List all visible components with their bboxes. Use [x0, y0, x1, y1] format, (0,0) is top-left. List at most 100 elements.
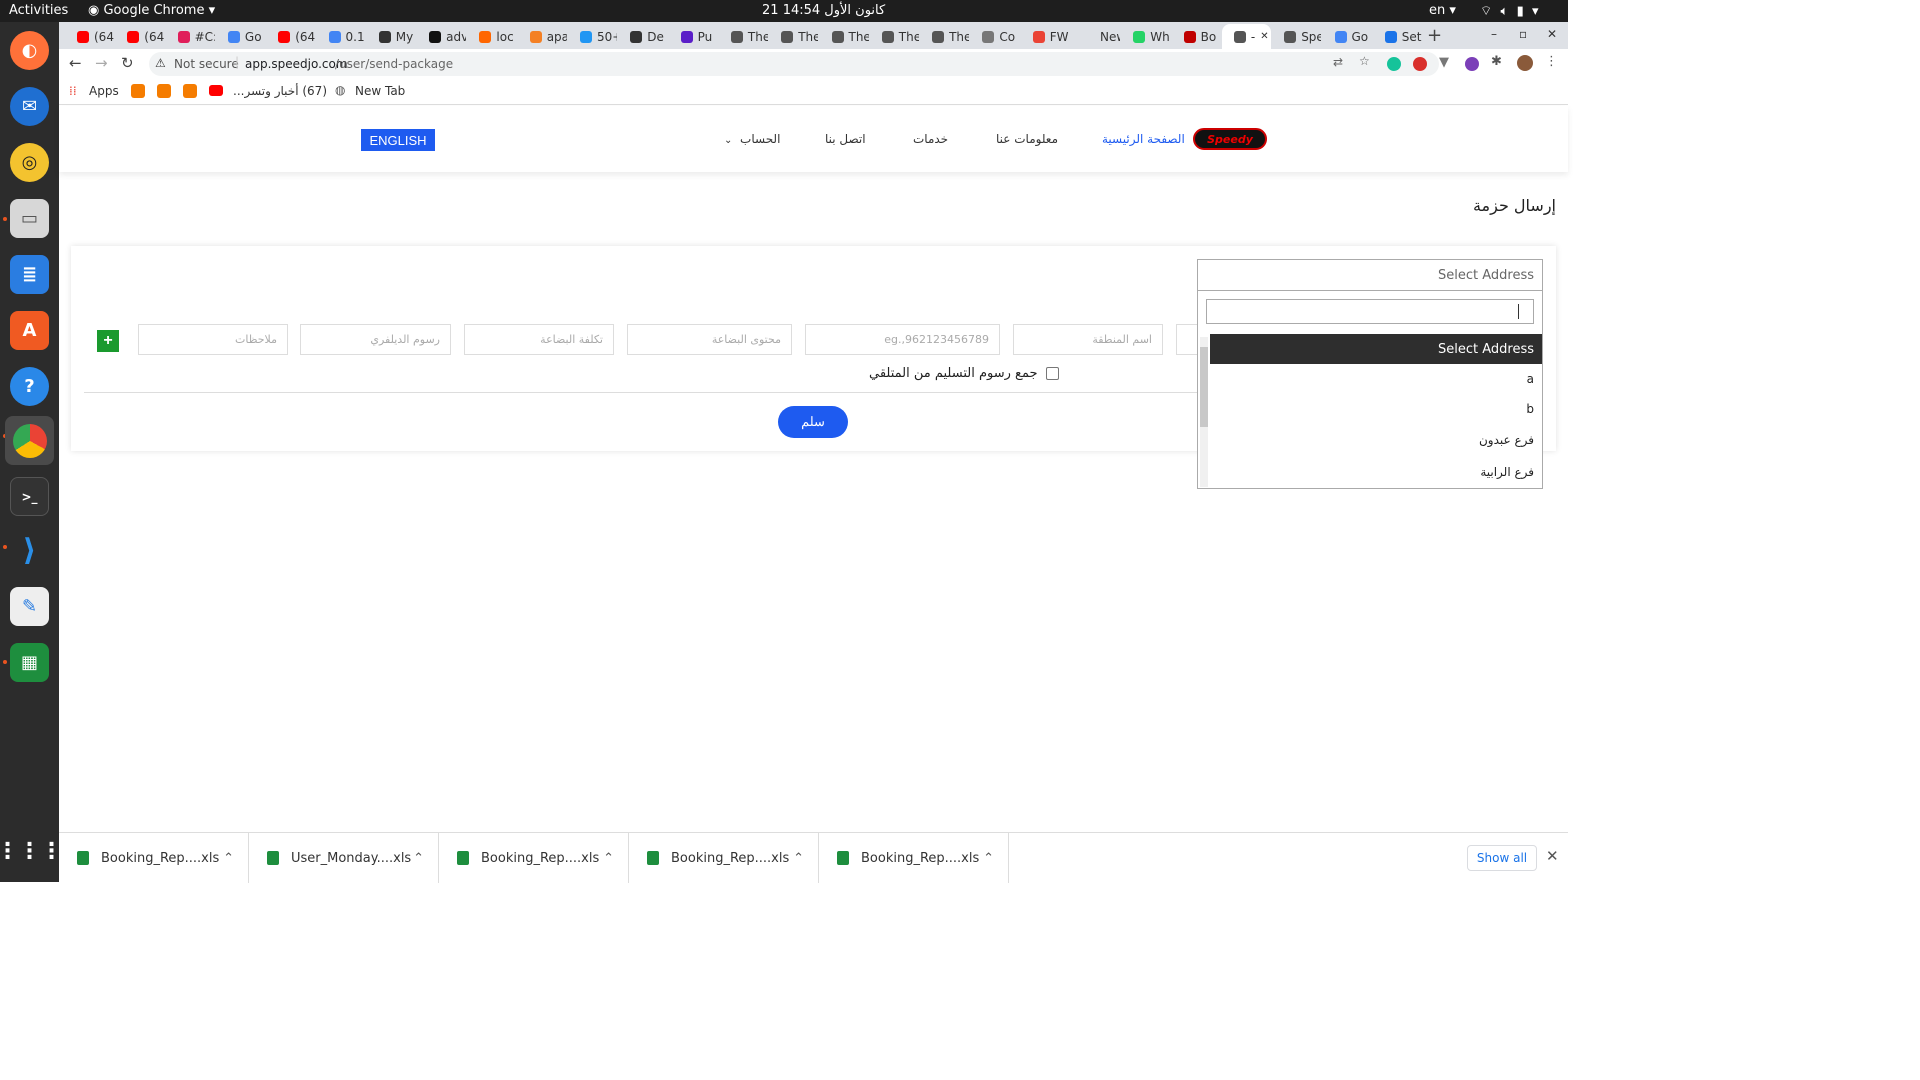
close-window-icon[interactable]: ✕ — [1547, 27, 1557, 41]
close-icon[interactable]: ✕ — [1546, 847, 1559, 865]
puzzle-icon[interactable]: ✱ — [1491, 54, 1502, 69]
tab[interactable]: Go — [216, 24, 265, 49]
goods-content-input[interactable]: محتوى البضاعة — [627, 324, 792, 355]
address-option[interactable]: Select Address — [1210, 334, 1542, 364]
tab[interactable]: Wh — [1121, 24, 1170, 49]
writer-icon[interactable]: ≣ — [10, 255, 49, 294]
tab[interactable]: (64 — [266, 24, 315, 49]
chevron-up-icon[interactable]: ⌃ — [223, 851, 234, 866]
download-item[interactable]: User_Monday....xls ⌃ — [249, 833, 439, 883]
vuejs-devtools-icon[interactable]: ▼ — [1439, 55, 1449, 70]
forward-icon[interactable]: → — [95, 54, 108, 72]
submit-button[interactable]: سلم — [778, 406, 848, 438]
collect-fee-checkbox[interactable] — [1045, 367, 1059, 380]
tab[interactable]: adv — [417, 24, 466, 49]
tab[interactable]: Co — [970, 24, 1019, 49]
show-all-button[interactable]: Show all — [1467, 845, 1537, 871]
star-icon[interactable]: ☆ — [1359, 54, 1370, 68]
tab[interactable]: apa — [518, 24, 567, 49]
notes-input[interactable]: ملاحظات — [138, 324, 288, 355]
grammarly-icon[interactable] — [1387, 57, 1401, 71]
activities-button[interactable]: Activities — [9, 3, 68, 18]
help-icon[interactable]: ? — [10, 367, 49, 406]
address-option[interactable]: b — [1210, 394, 1542, 424]
clock[interactable]: 21 كانون الأول 14:54 — [762, 3, 885, 18]
tab[interactable]: 50+ — [568, 24, 617, 49]
dropdown-scrollbar[interactable] — [1200, 337, 1208, 487]
nav-about[interactable]: معلومات عنا — [996, 132, 1058, 146]
tab[interactable]: Spe — [1272, 24, 1321, 49]
adblock-icon[interactable] — [1413, 57, 1427, 71]
maximize-icon[interactable]: ▫ — [1519, 27, 1527, 41]
show-apps-icon[interactable]: ⋮⋮⋮ — [0, 832, 63, 871]
tab[interactable]: The — [719, 24, 768, 49]
avatar[interactable] — [1517, 55, 1533, 71]
address-search-input[interactable] — [1206, 299, 1534, 324]
tab[interactable]: Set — [1373, 24, 1422, 49]
tab[interactable]: Go — [1323, 24, 1372, 49]
bookmark-icon[interactable] — [131, 84, 145, 98]
collect-fee-checkbox-row[interactable]: جمع رسوم التسليم من المتلقي — [869, 366, 1059, 381]
tab[interactable]: My — [367, 24, 416, 49]
chevron-up-icon[interactable]: ⌃ — [983, 851, 994, 866]
nav-account[interactable]: ⌄ الحساب — [724, 132, 780, 146]
chevron-up-icon[interactable]: ⌃ — [793, 851, 804, 866]
calc-icon[interactable]: ▦ — [10, 643, 49, 682]
tab[interactable]: - ✕ — [1221, 24, 1272, 49]
speedy-logo[interactable]: Speedy — [1193, 128, 1267, 150]
download-item[interactable]: Booking_Rep....xls ⌃ — [629, 833, 819, 883]
thunderbird-icon[interactable]: ✉ — [10, 87, 49, 126]
reload-icon[interactable]: ↻ — [121, 54, 134, 72]
tab[interactable]: Pu — [669, 24, 718, 49]
vscode-icon[interactable]: ⟩ — [10, 531, 49, 570]
terminal-icon[interactable]: >_ — [10, 477, 49, 516]
files-icon[interactable]: ▭ — [10, 199, 49, 238]
tab[interactable]: The — [769, 24, 818, 49]
firefox-icon[interactable]: ◐ — [10, 31, 49, 70]
status-icons[interactable]: ⌔ 🔈︎ ▮ ▾ — [1480, 3, 1539, 19]
tab[interactable]: Bo — [1172, 24, 1221, 49]
add-row-button[interactable]: + — [97, 330, 119, 352]
chevron-up-icon[interactable]: ⌃ — [603, 851, 614, 866]
tab[interactable]: loc — [467, 24, 516, 49]
omnibox[interactable]: ⚠ Not secure | app.speedjo.com /user/sen… — [149, 52, 1439, 76]
rhythmbox-icon[interactable]: ◎ — [10, 143, 49, 182]
menu-icon[interactable]: ⋮ — [1545, 54, 1558, 69]
address-option[interactable]: فرع عبدون — [1210, 425, 1542, 455]
phone-input[interactable]: eg.,962123456789 — [805, 324, 1000, 355]
close-tab-icon[interactable]: ✕ — [1260, 31, 1268, 42]
tab[interactable]: 0.1 — [317, 24, 366, 49]
bookmark-apps[interactable]: Apps — [89, 84, 119, 98]
input-language[interactable]: en ▾ — [1429, 3, 1456, 18]
bookmark-news[interactable]: (67) أخبار وتسر... — [233, 84, 327, 98]
tab[interactable]: The — [920, 24, 969, 49]
translate-icon[interactable]: ⇄ — [1333, 55, 1343, 69]
extension-icon[interactable] — [1465, 57, 1479, 71]
address-option[interactable]: فرع الرابية — [1210, 457, 1542, 487]
tab[interactable]: #C: — [166, 24, 215, 49]
bookmark-new-tab[interactable]: New Tab — [355, 84, 405, 98]
delivery-fee-input[interactable]: رسوم الديلفري — [300, 324, 451, 355]
software-icon[interactable]: A — [10, 311, 49, 350]
tab[interactable]: The — [820, 24, 869, 49]
bookmark-icon[interactable] — [157, 84, 171, 98]
download-item[interactable]: Booking_Rep....xls ⌃ — [439, 833, 629, 883]
language-button[interactable]: ENGLISH — [361, 129, 435, 151]
goods-cost-input[interactable]: تكلفة البضاعة — [464, 324, 614, 355]
nav-services[interactable]: خدمات — [913, 132, 948, 146]
address-option[interactable]: a — [1210, 364, 1542, 394]
tab[interactable]: FW — [1021, 24, 1070, 49]
text-editor-icon[interactable]: ✎ — [10, 587, 49, 626]
tab[interactable]: The — [870, 24, 919, 49]
chevron-up-icon[interactable]: ⌃ — [413, 851, 424, 866]
scrollbar-thumb[interactable] — [1200, 347, 1208, 427]
new-tab-icon[interactable]: + — [1427, 25, 1442, 46]
nav-home[interactable]: الصفحة الرئيسية — [1102, 132, 1185, 146]
tab[interactable]: De — [618, 24, 667, 49]
nav-contact[interactable]: اتصل بنا — [825, 132, 866, 146]
download-item[interactable]: Booking_Rep....xls ⌃ — [59, 833, 249, 883]
area-name-input[interactable]: اسم المنطقة — [1013, 324, 1163, 355]
minimize-icon[interactable]: – — [1491, 27, 1497, 41]
address-select[interactable]: Select Address — [1197, 259, 1543, 291]
back-icon[interactable]: ← — [69, 54, 82, 72]
